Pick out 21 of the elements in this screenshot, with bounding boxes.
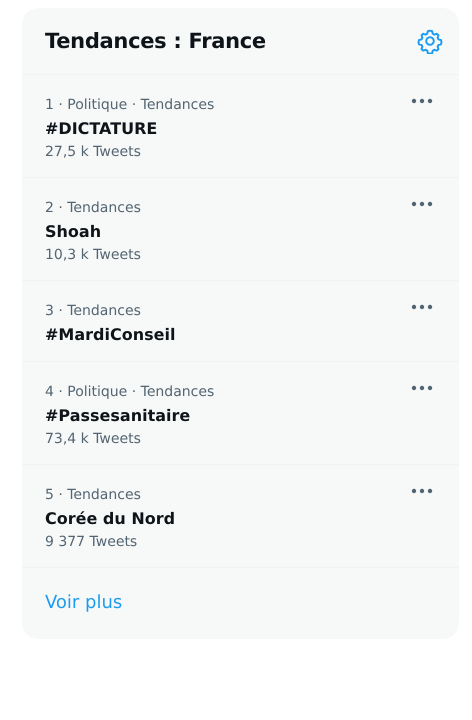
more-icon[interactable] <box>411 98 433 104</box>
more-icon[interactable] <box>411 488 433 494</box>
trend-context: 2 · Tendances <box>45 200 141 216</box>
trend-context: 5 · Tendances <box>45 487 141 503</box>
more-icon[interactable] <box>411 385 433 391</box>
trend-name[interactable]: Shoah <box>45 222 102 241</box>
tweet-count: 73,4 k Tweets <box>45 431 141 447</box>
tweet-count: 27,5 k Tweets <box>45 144 141 160</box>
tweet-count: 10,3 k Tweets <box>45 247 141 263</box>
trend-name[interactable]: #MardiConseil <box>45 325 176 344</box>
trend-context: 3 · Tendances <box>45 303 141 319</box>
trend-name[interactable]: #Passesanitaire <box>45 406 190 425</box>
tweet-count: 9 377 Tweets <box>45 534 138 550</box>
more-icon[interactable] <box>411 304 433 310</box>
more-icon[interactable] <box>411 201 433 207</box>
trend-context: 1 · Politique · Tendances <box>45 97 214 113</box>
trend-name[interactable]: #DICTATURE <box>45 119 158 138</box>
trend-name[interactable]: Corée du Nord <box>45 509 176 528</box>
settings-icon[interactable] <box>417 28 443 54</box>
panel-title: Tendances : France <box>45 29 266 53</box>
trend-context: 4 · Politique · Tendances <box>45 384 214 400</box>
